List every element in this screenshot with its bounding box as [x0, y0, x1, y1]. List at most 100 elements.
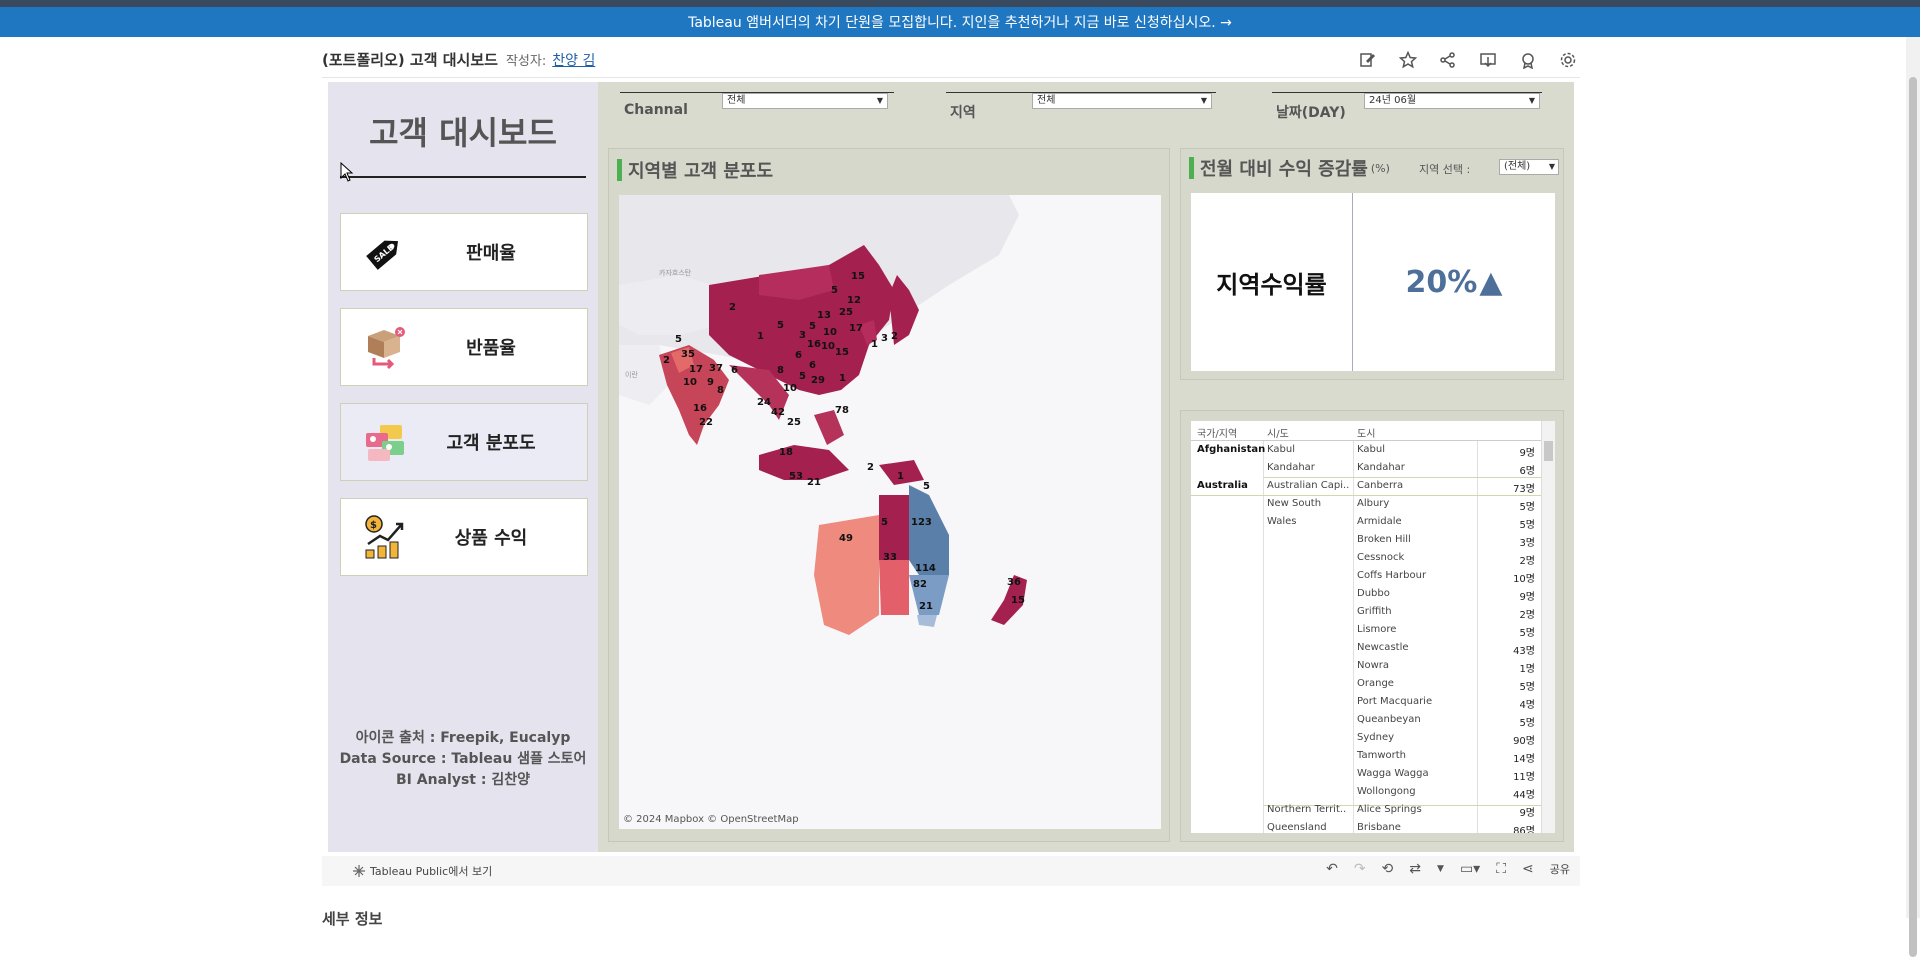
- page-scrollbar[interactable]: [1906, 37, 1920, 957]
- table-row[interactable]: Australia Australian Capi.. Canberra 73명: [1191, 477, 1541, 495]
- map-count: 12: [847, 295, 861, 306]
- table-cell-value: 5명: [1519, 502, 1535, 513]
- table-cell-city: Tamworth: [1357, 750, 1406, 761]
- table-panel: 국가/지역 시/도 도시 Afghanistan Kabul Kabul 9명 Kand…: [1180, 410, 1564, 842]
- table-row[interactable]: Afghanistan Kabul Kabul 9명: [1191, 441, 1541, 459]
- table-cell-value: 1명: [1519, 664, 1535, 675]
- table-row[interactable]: Coffs Harbour 10명: [1191, 567, 1541, 585]
- table-cell-city: Newcastle: [1357, 642, 1409, 653]
- banner-text[interactable]: Tableau 앰버서더의 차기 단원을 모집합니다. 지인을 추천하거나 지금…: [688, 12, 1232, 32]
- download-icon[interactable]: [1476, 48, 1500, 72]
- table-cell-value: 44명: [1513, 790, 1535, 801]
- tableau-logo-icon: [353, 865, 365, 877]
- trend-up-icon: ▲: [1479, 264, 1503, 300]
- table-cell-value: 5명: [1519, 520, 1535, 531]
- table-row[interactable]: Nowra 1명: [1191, 657, 1541, 675]
- table-row[interactable]: Lismore 5명: [1191, 621, 1541, 639]
- page-scrollbar-thumb[interactable]: [1909, 77, 1917, 957]
- table-row[interactable]: Griffith 2명: [1191, 603, 1541, 621]
- table-cell-value: 4명: [1519, 700, 1535, 711]
- refresh-icon[interactable]: ⇄: [1409, 861, 1421, 877]
- table-row[interactable]: Queensland Brisbane 86명: [1191, 819, 1541, 833]
- credit-analyst: BI Analyst : 김찬양: [396, 772, 530, 788]
- device-layout-icon[interactable]: ▭▾: [1460, 861, 1480, 877]
- filter-channel-select[interactable]: 전체 ▼: [722, 93, 888, 109]
- chevron-down-icon: ▼: [1200, 96, 1207, 105]
- redo-icon[interactable]: ↷: [1354, 861, 1366, 877]
- viz-title: (포트폴리오) 고객 대시보드: [322, 51, 498, 69]
- map-count: 78: [835, 405, 849, 416]
- table-row[interactable]: New South Albury 5명: [1191, 495, 1541, 513]
- col-header-country[interactable]: 국가/지역: [1197, 425, 1237, 440]
- table-row[interactable]: Broken Hill 3명: [1191, 531, 1541, 549]
- nav-customer-distribution[interactable]: 고객 분포도: [340, 403, 588, 481]
- announcement-banner[interactable]: Tableau 앰버서더의 차기 단원을 모집합니다. 지인을 추천하거나 지금…: [0, 7, 1920, 37]
- credit-icons: 아이콘 출처 : Freepik, Eucalyp: [355, 730, 571, 746]
- chevron-down-icon[interactable]: ▼: [1437, 864, 1444, 874]
- map-count: 25: [839, 307, 853, 318]
- view-on-public-link[interactable]: Tableau Public에서 보기: [352, 863, 492, 879]
- table-cell-value: 43명: [1513, 646, 1535, 657]
- nav-product-profit[interactable]: $ 상품 수익: [340, 498, 588, 576]
- share-icon[interactable]: ⋖: [1522, 861, 1534, 877]
- fullscreen-icon[interactable]: ⛶: [1496, 861, 1506, 877]
- customer-map[interactable]: 카자흐스탄 이란 15 5 12 25 2 5 13 1 3 5 10 17 1…: [619, 195, 1161, 829]
- region-select-label: 지역 선택 :: [1419, 163, 1471, 176]
- nav-return-rate[interactable]: 반품율: [340, 308, 588, 386]
- kpi-unit: (%): [1370, 161, 1390, 175]
- author-link[interactable]: 찬양 김: [552, 50, 595, 70]
- map-count: 5: [675, 334, 682, 345]
- table-row[interactable]: Cessnock 2명: [1191, 549, 1541, 567]
- table-row[interactable]: Sydney 90명: [1191, 729, 1541, 747]
- table-row[interactable]: Wagga Wagga 11명: [1191, 765, 1541, 783]
- customer-table[interactable]: 국가/지역 시/도 도시 Afghanistan Kabul Kabul 9명 Kand…: [1191, 421, 1555, 833]
- map-title-text: 지역별 고객 분포도: [628, 161, 774, 182]
- map-region-australia-south[interactable]: [879, 560, 909, 615]
- map-svg[interactable]: 카자흐스탄 이란 15 5 12 25 2 5 13 1 3 5 10 17 1…: [619, 195, 1161, 829]
- share-icon[interactable]: [1436, 48, 1460, 72]
- sidebar: 고객 대시보드 SALE 판매율 반품율 고객 분포도 $ 상품 수익 아이콘 …: [328, 82, 598, 852]
- map-count: 22: [699, 417, 713, 428]
- nav-product-profit-label: 상품 수익: [454, 528, 528, 549]
- filter-region-value: 전체: [1037, 95, 1056, 106]
- table-cell-city: Coffs Harbour: [1357, 570, 1427, 581]
- table-scrollbar-thumb[interactable]: [1544, 441, 1553, 461]
- table-cell-state: Kabul: [1267, 444, 1295, 455]
- viz-title-bar: (포트폴리오) 고객 대시보드 작성자: 찬양 김: [322, 42, 1580, 78]
- map-count: 3: [881, 333, 888, 344]
- col-header-city[interactable]: 도시: [1357, 425, 1375, 440]
- filter-region-select[interactable]: 전체 ▼: [1032, 93, 1212, 109]
- table-cell-city: Kandahar: [1357, 462, 1405, 473]
- place-label-iran: 이란: [625, 370, 638, 379]
- map-count: 2: [867, 462, 874, 473]
- map-count: 5: [831, 285, 838, 296]
- map-attribution[interactable]: © 2024 Mapbox © OpenStreetMap: [623, 814, 799, 825]
- table-cell-city: Canberra: [1357, 480, 1404, 491]
- table-row[interactable]: Wales Armidale 5명: [1191, 513, 1541, 531]
- table-row[interactable]: Newcastle 43명: [1191, 639, 1541, 657]
- map-count: 1: [757, 331, 764, 342]
- table-cell-country: Afghanistan: [1197, 444, 1266, 455]
- region-select[interactable]: (전체) ▼: [1499, 159, 1559, 175]
- table-row[interactable]: Orange 5명: [1191, 675, 1541, 693]
- table-row[interactable]: Port Macquarie 4명: [1191, 693, 1541, 711]
- table-scrollbar[interactable]: [1541, 421, 1555, 833]
- table-row[interactable]: Tamworth 14명: [1191, 747, 1541, 765]
- edit-icon[interactable]: [1356, 48, 1380, 72]
- table-row[interactable]: Queanbeyan 5명: [1191, 711, 1541, 729]
- col-header-state[interactable]: 시/도: [1267, 425, 1289, 440]
- revert-icon[interactable]: ⟲: [1382, 861, 1394, 877]
- badge-icon[interactable]: [1516, 48, 1540, 72]
- table-row[interactable]: Kandahar Kandahar 6명: [1191, 459, 1541, 477]
- map-count: 36: [1007, 577, 1021, 588]
- star-icon[interactable]: [1396, 48, 1420, 72]
- filter-date-select[interactable]: 24년 06월 ▼: [1364, 93, 1540, 109]
- table-row[interactable]: Wollongong 44명: [1191, 783, 1541, 801]
- gear-icon[interactable]: [1556, 48, 1580, 72]
- undo-icon[interactable]: ↶: [1326, 861, 1338, 877]
- share-label[interactable]: 공유: [1550, 861, 1570, 877]
- table-row[interactable]: Dubbo 9명: [1191, 585, 1541, 603]
- table-row[interactable]: Northern Territ.. Alice Springs 9명: [1191, 801, 1541, 819]
- nav-sales-rate[interactable]: SALE 판매율: [340, 213, 588, 291]
- title-actions: [1356, 48, 1580, 72]
